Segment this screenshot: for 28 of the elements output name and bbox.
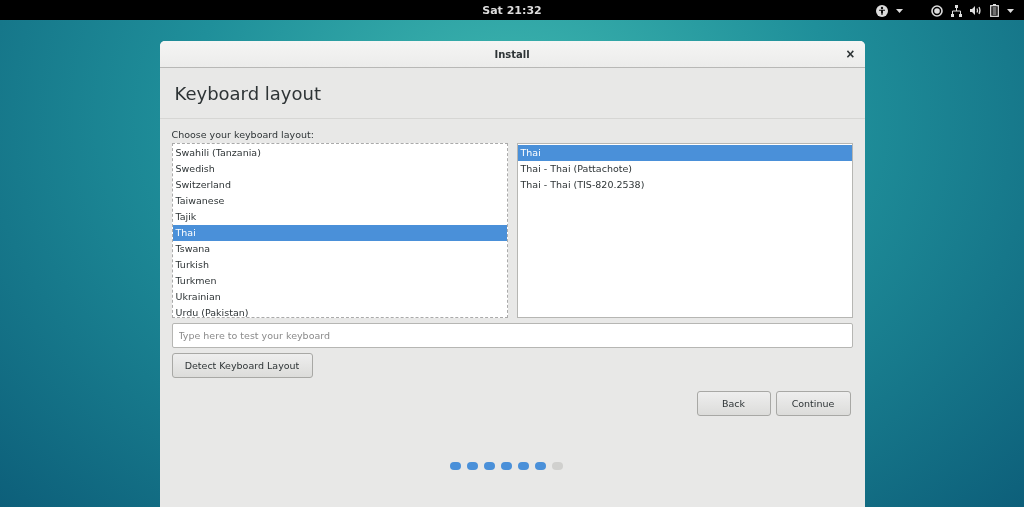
layout-label: Choose your keyboard layout: <box>171 129 315 140</box>
network-icon[interactable] <box>951 4 962 17</box>
back-button[interactable]: Back <box>696 391 771 416</box>
caret-icon[interactable] <box>1007 8 1014 13</box>
layout-item[interactable]: Swahili (Tanzania) <box>172 145 507 161</box>
clock[interactable]: Sat 21:32 <box>482 3 542 17</box>
caret-icon[interactable] <box>896 8 903 13</box>
layout-item[interactable]: Switzerland <box>172 177 507 193</box>
page-title: Keyboard layout <box>174 82 321 104</box>
layout-item[interactable]: Tswana <box>172 241 507 257</box>
location-icon[interactable] <box>931 4 943 17</box>
window-title: Install <box>494 48 530 60</box>
battery-icon[interactable] <box>990 4 999 17</box>
volume-icon[interactable] <box>970 5 982 16</box>
keyboard-test-field[interactable]: Type here to test your keyboard <box>171 323 853 348</box>
layout-item[interactable]: Swedish <box>172 161 507 177</box>
layout-item[interactable]: Turkish <box>172 257 507 273</box>
layout-item[interactable]: Urdu (Pakistan) <box>172 305 507 321</box>
variant-item[interactable]: Thai - Thai (TIS-820.2538) <box>517 177 852 193</box>
layout-item[interactable]: Tajik <box>172 209 507 225</box>
layout-item[interactable]: Taiwanese <box>172 193 507 209</box>
accessibility-icon[interactable] <box>876 4 888 17</box>
close-button[interactable]: × <box>844 46 857 62</box>
layout-item[interactable]: Ukrainian <box>172 289 507 305</box>
layout-item[interactable]: Turkmen <box>172 273 507 289</box>
variant-item[interactable]: Thai - Thai (Pattachote) <box>517 161 852 177</box>
detect-layout-button[interactable]: Detect Keyboard Layout <box>171 353 313 378</box>
continue-button[interactable]: Continue <box>775 391 851 416</box>
